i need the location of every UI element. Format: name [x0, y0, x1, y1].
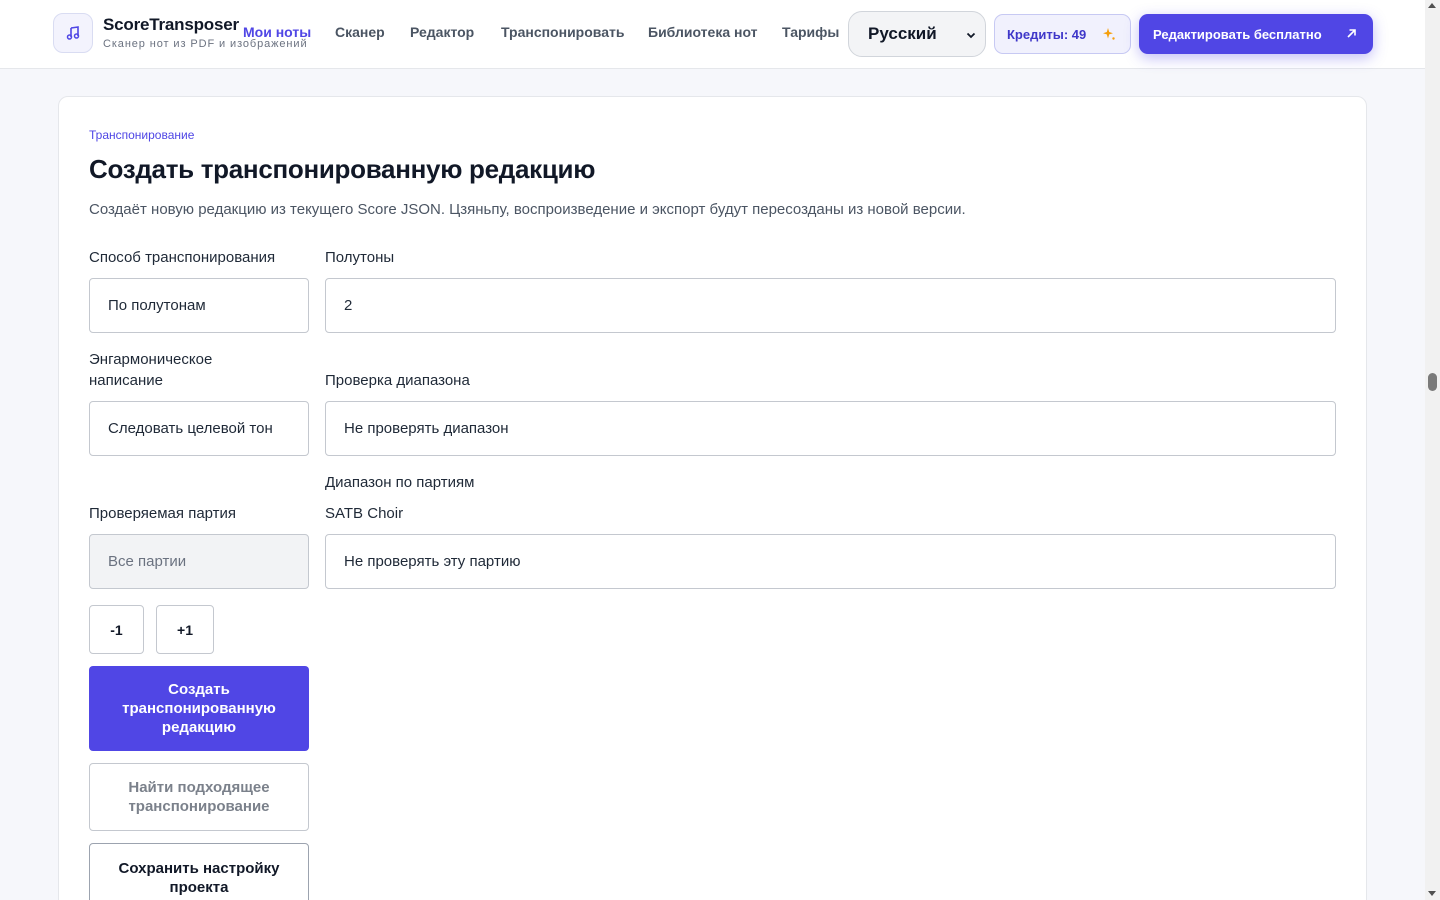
range-check-label: Проверка диапазона — [325, 372, 470, 389]
semitones-input[interactable]: 2 — [325, 278, 1336, 333]
nav-transpose[interactable]: Транспонировать — [501, 24, 624, 40]
nav-scanner[interactable]: Сканер — [335, 24, 385, 40]
scroll-down-icon[interactable] — [1428, 891, 1436, 896]
range-check-select[interactable]: Не проверять диапазон — [325, 401, 1336, 456]
nav-editor[interactable]: Редактор — [410, 24, 474, 40]
page-description: Создаёт новую редакцию из текущего Score… — [89, 201, 966, 218]
breadcrumb[interactable]: Транспонирование — [89, 128, 194, 142]
chevron-down-icon — [966, 32, 976, 39]
music-note-icon — [66, 26, 80, 40]
part-name-label: SATB Choir — [325, 505, 404, 522]
method-select[interactable]: По полутонам — [89, 278, 309, 333]
checked-part-label: Проверяемая партия — [89, 505, 237, 522]
edit-free-label: Редактировать бесплатно — [1153, 26, 1322, 42]
arrow-up-right-icon — [1347, 29, 1356, 38]
create-transposed-button[interactable]: Создать транспонированную редакцию — [89, 666, 309, 751]
scroll-thumb[interactable] — [1428, 373, 1437, 391]
nav-score-library[interactable]: Библиотека нот — [648, 24, 758, 40]
checked-part-select[interactable]: Все партии — [89, 534, 309, 589]
page-scrollbar[interactable] — [1425, 0, 1440, 900]
nav-pricing[interactable]: Тарифы — [782, 24, 839, 40]
brand-name[interactable]: ScoreTransposer — [103, 15, 239, 35]
top-header: ScoreTransposer Сканер нот из PDF и изоб… — [0, 0, 1425, 69]
language-select[interactable]: Русский — [848, 11, 986, 57]
page-title: Создать транспонированную редакцию — [89, 154, 596, 184]
semitones-label: Полутоны — [325, 249, 395, 266]
credits-button[interactable]: Кредиты: 49 — [994, 14, 1131, 54]
find-transposition-button[interactable]: Найти подходящее транспонирование — [89, 763, 309, 831]
nav-my-scores[interactable]: Мои ноты — [243, 24, 311, 40]
save-project-settings-button[interactable]: Сохранить настройку проекта — [89, 843, 309, 900]
language-value: Русский — [868, 24, 937, 43]
sparkle-icon — [1103, 28, 1115, 40]
enharmonic-select[interactable]: Следовать целевой тон — [89, 401, 309, 456]
method-label: Способ транспонирования — [89, 249, 276, 266]
enharmonic-label: Энгармоническое написание — [89, 351, 213, 389]
part-ranges-label: Диапазон по партиям — [325, 474, 475, 491]
step-up-button[interactable]: +1 — [156, 605, 214, 654]
edit-free-button[interactable]: Редактировать бесплатно — [1139, 14, 1373, 54]
part-range-select[interactable]: Не проверять эту партию — [325, 534, 1336, 589]
logo[interactable] — [53, 13, 93, 53]
step-down-button[interactable]: -1 — [89, 605, 144, 654]
scroll-up-icon[interactable] — [1428, 3, 1436, 8]
credits-label: Кредиты: 49 — [1007, 26, 1087, 42]
